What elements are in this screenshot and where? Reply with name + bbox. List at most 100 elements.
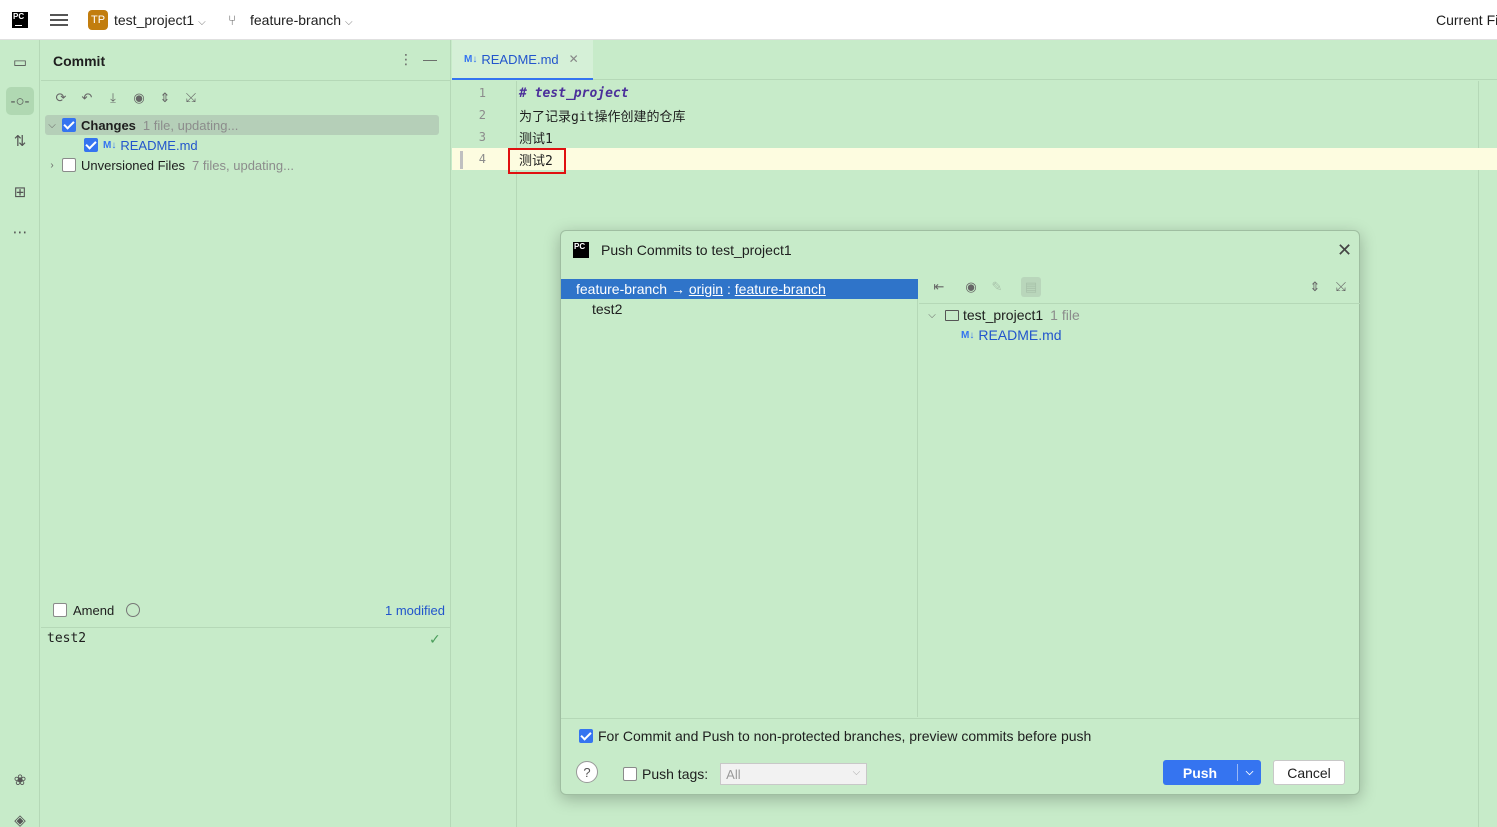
line-text[interactable]: 为了记录git操作创建的仓库 (519, 106, 685, 125)
shelve-icon[interactable]: ⤓ (105, 90, 121, 106)
preview-label[interactable]: For Commit and Push to non-protected bra… (598, 728, 1091, 744)
changes-label: Changes (81, 117, 136, 133)
push-tags-row: Push tags: All ⌵ (623, 763, 868, 785)
chevron-right-icon[interactable]: › (45, 160, 59, 171)
preview-checkbox[interactable] (579, 729, 593, 743)
help-icon[interactable]: ? (576, 761, 598, 783)
tab-readme[interactable]: M↓ README.md ✕ (452, 40, 593, 80)
code-line[interactable]: 3 测试1 (452, 126, 1497, 148)
commit-message-input[interactable]: test2 (47, 631, 86, 646)
unversioned-checkbox[interactable] (62, 158, 76, 172)
markdown-icon: M↓ (464, 53, 478, 65)
commit-toolbar: ⟳ ↶ ⤓ ◉ ⇕ ⤩ (53, 90, 199, 106)
tool-window-strip: ▭ -○- ⇅ ⊞ ⋯ ❀ ◈ (0, 40, 40, 827)
chevron-down-icon[interactable]: ⌵ (45, 120, 59, 131)
push-tags-select[interactable]: All ⌵ (720, 763, 868, 785)
branch-icon: ⑂ (228, 12, 237, 28)
pull-requests-icon[interactable]: ⇅ (6, 127, 34, 155)
line-number: 4 (478, 152, 486, 166)
tab-label: README.md (481, 51, 559, 67)
clock-icon[interactable] (126, 603, 141, 617)
branch-switcher[interactable]: feature-branch ⌵ (250, 12, 353, 28)
unversioned-label: Unversioned Files (81, 157, 186, 173)
expand-all-icon[interactable]: ⇕ (157, 90, 173, 106)
line-number: 1 (478, 86, 486, 100)
chevron-down-icon[interactable]: ⌵ (925, 310, 939, 321)
project-badge[interactable]: TP (88, 10, 108, 30)
run-config-selector[interactable]: Current Fi (1436, 12, 1497, 28)
divider (561, 718, 1359, 719)
branch-target-row[interactable]: feature-branch → origin : feature-branch (561, 279, 918, 299)
close-icon[interactable]: ✕ (569, 52, 579, 66)
expand-all-icon[interactable]: ⇕ (1305, 277, 1325, 297)
amend-checkbox[interactable] (53, 603, 67, 617)
folder-meta: 1 file (1050, 307, 1080, 323)
project-folder-icon[interactable]: ▭ (6, 48, 34, 76)
structure-icon[interactable]: ⊞ (6, 178, 34, 206)
cancel-button[interactable]: Cancel (1273, 760, 1345, 785)
eye-icon[interactable]: ◉ (961, 277, 981, 297)
folder-row[interactable]: ⌵ test_project1 1 file (925, 305, 1080, 325)
preview-option: For Commit and Push to non-protected bra… (579, 728, 1091, 744)
changed-file-row[interactable]: M↓ README.md (961, 325, 1062, 345)
unversioned-meta: 7 files, updating... (192, 157, 294, 173)
changes-meta: 1 file, updating... (142, 117, 239, 133)
collapse-all-icon[interactable]: ⤩ (1331, 277, 1351, 297)
line-number: 3 (478, 130, 486, 144)
refresh-icon[interactable]: ⟳ (53, 90, 69, 106)
close-icon[interactable]: ✕ (1337, 240, 1352, 261)
gutter-divider (516, 81, 517, 827)
commit-tool-icon[interactable]: -○- (6, 87, 34, 115)
panel-title: Commit (53, 53, 106, 69)
unversioned-group-row[interactable]: › Unversioned Files 7 files, updating... (45, 155, 294, 175)
code-line[interactable]: 2 为了记录git操作创建的仓库 (452, 104, 1497, 126)
more-tools-icon[interactable]: ⋯ (6, 218, 34, 246)
highlight-annotation-box (508, 148, 566, 174)
file-checkbox[interactable] (84, 138, 98, 152)
layers-icon[interactable]: ◈ (6, 806, 34, 827)
changes-group-row[interactable]: ⌵ Changes 1 file, updating... (45, 115, 439, 135)
rollback-icon[interactable]: ↶ (79, 90, 95, 106)
amend-label[interactable]: Amend (73, 603, 114, 618)
editor-tab-bar: M↓ README.md ✕ (452, 40, 1497, 80)
minimize-icon[interactable]: — (423, 51, 437, 67)
line-text[interactable]: # test_project (519, 86, 629, 101)
python-console-icon[interactable]: ❀ (6, 766, 34, 794)
dialog-title: Push Commits to test_project1 (601, 242, 792, 258)
local-branch: feature-branch (576, 281, 668, 297)
change-marker[interactable] (460, 151, 463, 169)
line-text[interactable]: 测试1 (519, 128, 553, 147)
push-tags-checkbox[interactable] (623, 767, 637, 781)
changed-file-row[interactable]: M↓ README.md (81, 135, 198, 155)
line-number: 2 (478, 108, 486, 122)
project-switcher[interactable]: test_project1 ⌵ (114, 12, 206, 28)
push-label[interactable]: Push (1163, 765, 1237, 781)
chevron-down-icon: ⌵ (198, 17, 206, 28)
divider (919, 303, 1360, 304)
collapse-all-icon[interactable]: ⤩ (183, 90, 199, 106)
push-tags-label[interactable]: Push tags: (642, 766, 708, 782)
commit-panel: Commit ⋮ — ⟳ ↶ ⤓ ◉ ⇕ ⤩ ⌵ Changes 1 file,… (41, 40, 451, 827)
remote-link[interactable]: origin (689, 281, 723, 297)
commit-list-item[interactable]: test2 (592, 301, 622, 317)
file-name: README.md (978, 327, 1062, 343)
group-by-icon[interactable]: ▤ (1021, 277, 1041, 297)
amend-row: Amend 1 modified (53, 601, 445, 619)
file-name: README.md (120, 137, 198, 153)
remote-branch-link[interactable]: feature-branch (735, 281, 826, 297)
folder-icon (945, 309, 959, 321)
diff-icon[interactable]: ⇤ (929, 277, 949, 297)
modified-count-link[interactable]: 1 modified (385, 603, 445, 618)
pycharm-logo-icon[interactable]: PC (12, 12, 28, 28)
code-line-current[interactable]: 4 测试2 (452, 148, 1497, 170)
eye-icon[interactable]: ◉ (131, 90, 147, 106)
code-line[interactable]: 1 # test_project (452, 82, 1497, 104)
arrow-icon: → (670, 281, 685, 297)
chevron-down-icon[interactable]: ⌵ (1238, 767, 1261, 778)
pycharm-logo-icon: PC (573, 242, 589, 258)
main-menu-icon[interactable] (50, 12, 68, 28)
right-margin-guide (1478, 81, 1479, 827)
options-menu-icon[interactable]: ⋮ (399, 51, 413, 68)
push-button[interactable]: Push ⌵ (1163, 760, 1261, 785)
changes-checkbox[interactable] (62, 118, 76, 132)
